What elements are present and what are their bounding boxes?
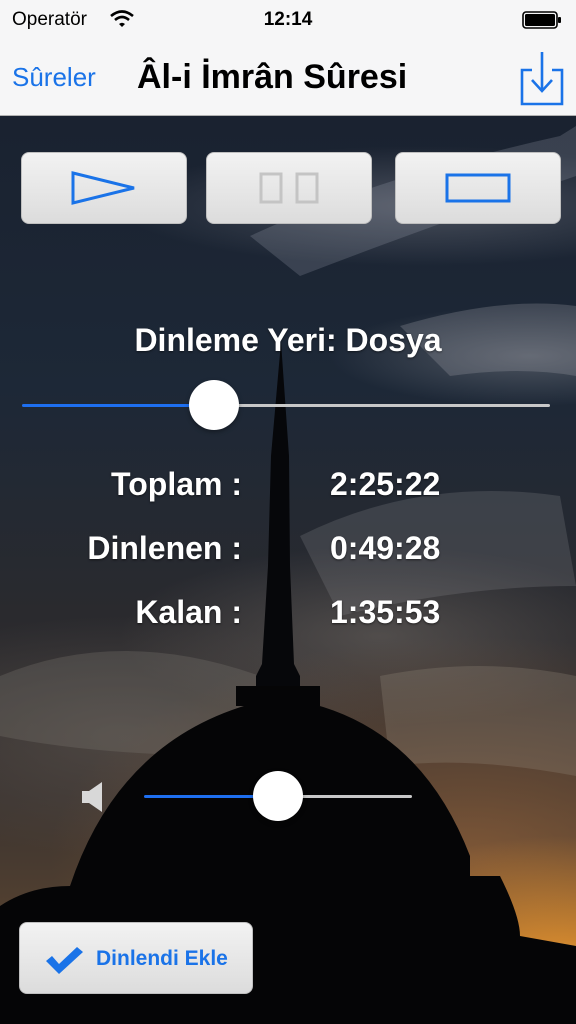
- play-button[interactable]: [21, 152, 187, 224]
- stop-icon: [445, 173, 511, 203]
- mark-listened-label: Dinlendi Ekle: [96, 947, 228, 970]
- volume-slider[interactable]: [144, 771, 412, 821]
- speaker-icon: [80, 780, 104, 819]
- play-icon: [71, 171, 135, 205]
- listened-value: 0:49:28: [330, 530, 441, 566]
- page-title: Âl-i İmrân Sûresi: [137, 58, 408, 96]
- slider-min-track: [22, 404, 215, 407]
- pause-icon: [259, 172, 319, 204]
- status-bar: Operatör 12:14: [0, 0, 576, 40]
- remaining-value: 1:35:53: [330, 594, 441, 630]
- total-label: Toplam :: [111, 466, 242, 502]
- stop-button[interactable]: [395, 152, 561, 224]
- back-to-surahs-link[interactable]: Sûreler: [12, 62, 96, 93]
- slider-thumb[interactable]: [189, 380, 240, 430]
- listened-label: Dinlenen :: [87, 530, 242, 566]
- total-value: 2:25:22: [330, 466, 441, 502]
- download-icon[interactable]: [518, 48, 566, 108]
- status-time: 12:14: [263, 9, 313, 30]
- remaining-label: Kalan :: [135, 594, 242, 630]
- background-mosque-photo: [0, 116, 576, 1024]
- playback-position-slider[interactable]: [22, 380, 550, 430]
- slider-max-track: [214, 404, 550, 407]
- checkmark-icon: [46, 947, 83, 974]
- pause-button[interactable]: [206, 152, 372, 224]
- battery-full-icon: [522, 11, 562, 29]
- mark-listened-button[interactable]: Dinlendi Ekle: [19, 922, 253, 994]
- slider-thumb[interactable]: [253, 771, 303, 821]
- listening-location-label: Dinleme Yeri: Dosya: [134, 322, 442, 358]
- navigation-bar: Sûreler Âl-i İmrân Sûresi: [0, 40, 576, 116]
